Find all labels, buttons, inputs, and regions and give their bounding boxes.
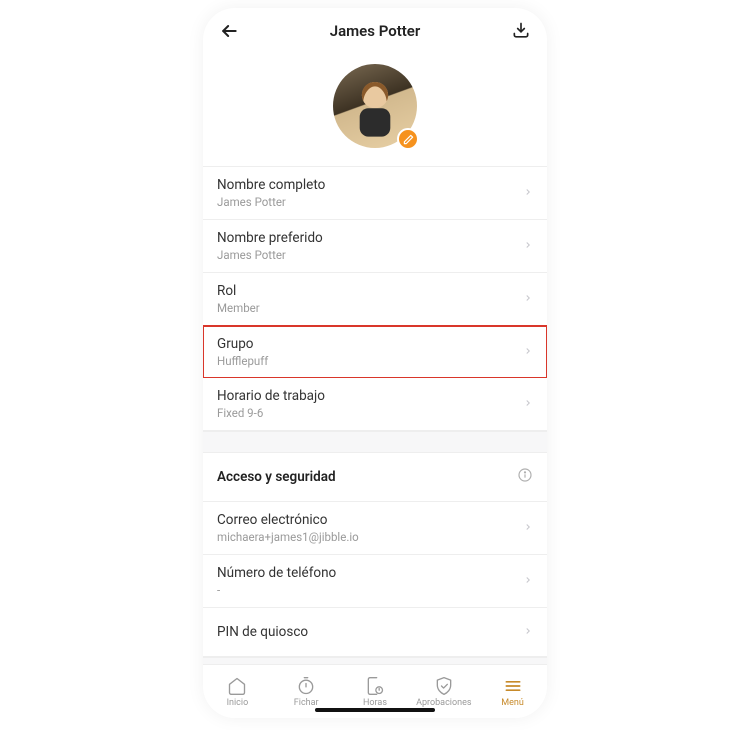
download-icon	[511, 21, 531, 41]
label: Horario de trabajo	[217, 388, 325, 404]
value: Hufflepuff	[217, 354, 268, 368]
tab-approvals[interactable]: Aprobaciones	[409, 676, 478, 708]
chevron-right-icon	[523, 572, 533, 591]
tab-menu[interactable]: Menú	[478, 676, 547, 708]
chevron-right-icon	[523, 343, 533, 362]
info-icon[interactable]	[517, 467, 533, 487]
row-preferred-name[interactable]: Nombre preferido James Potter	[203, 220, 547, 273]
tab-home[interactable]: Inicio	[203, 676, 272, 708]
pencil-icon	[403, 134, 414, 145]
chevron-right-icon	[523, 184, 533, 203]
chevron-right-icon	[523, 395, 533, 414]
home-icon	[227, 676, 247, 696]
tab-label: Inicio	[227, 698, 249, 708]
shield-check-icon	[434, 676, 454, 696]
avatar-section	[203, 54, 547, 167]
section-title: Acceso y seguridad	[217, 469, 336, 485]
page-title: James Potter	[330, 22, 421, 40]
label: Correo electrónico	[217, 512, 359, 528]
label: Rol	[217, 283, 260, 299]
row-group[interactable]: Grupo Hufflepuff	[203, 325, 547, 379]
label: PIN de quiosco	[217, 618, 308, 646]
tab-label: Menú	[501, 698, 524, 708]
label: Grupo	[217, 336, 268, 352]
stopwatch-icon	[296, 676, 316, 696]
label: Nombre completo	[217, 177, 325, 193]
value: Fixed 9-6	[217, 406, 325, 420]
value: Member	[217, 301, 260, 315]
section-gap	[203, 431, 547, 453]
home-indicator	[315, 708, 435, 712]
back-button[interactable]	[217, 19, 241, 43]
row-email[interactable]: Correo electrónico michaera+james1@jibbl…	[203, 502, 547, 555]
avatar-wrap[interactable]	[333, 64, 417, 148]
row-full-name[interactable]: Nombre completo James Potter	[203, 167, 547, 220]
label: Nombre preferido	[217, 230, 323, 246]
content-scroll[interactable]: Nombre completo James Potter Nombre pref…	[203, 54, 547, 664]
tab-label: Horas	[363, 698, 387, 708]
header: James Potter	[203, 8, 547, 54]
tab-label: Fichar	[294, 698, 319, 708]
tab-clock[interactable]: Fichar	[272, 676, 341, 708]
label: Número de teléfono	[217, 565, 336, 581]
row-kiosk-pin[interactable]: PIN de quiosco	[203, 608, 547, 657]
row-role[interactable]: Rol Member	[203, 273, 547, 326]
arrow-left-icon	[219, 21, 239, 41]
chevron-right-icon	[523, 519, 533, 538]
phone-frame: James Potter	[203, 8, 547, 718]
menu-icon	[503, 676, 523, 696]
edit-avatar-button[interactable]	[397, 128, 419, 150]
chevron-right-icon	[523, 237, 533, 256]
section-access-security: Acceso y seguridad	[203, 453, 547, 502]
chevron-right-icon	[523, 623, 533, 642]
document-clock-icon	[365, 676, 385, 696]
value: -	[217, 583, 336, 597]
tab-label: Aprobaciones	[416, 698, 471, 708]
section-gap	[203, 657, 547, 664]
tab-hours[interactable]: Horas	[341, 676, 410, 708]
row-phone[interactable]: Número de teléfono -	[203, 555, 547, 608]
value: michaera+james1@jibble.io	[217, 530, 359, 544]
download-button[interactable]	[509, 19, 533, 43]
row-work-schedule[interactable]: Horario de trabajo Fixed 9-6	[203, 378, 547, 431]
value: James Potter	[217, 195, 325, 209]
chevron-right-icon	[523, 290, 533, 309]
value: James Potter	[217, 248, 323, 262]
